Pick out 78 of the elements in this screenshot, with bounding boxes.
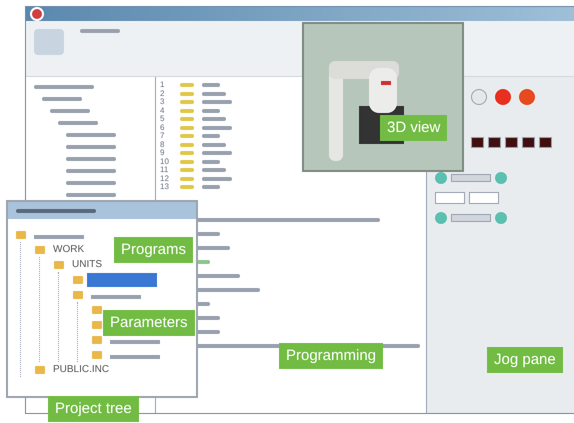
blurred-text xyxy=(202,151,232,155)
blurred-text xyxy=(202,92,226,96)
jog-key[interactable] xyxy=(505,137,518,148)
blurred-text xyxy=(66,133,116,137)
blurred-text xyxy=(202,83,220,87)
blurred-text xyxy=(202,134,220,138)
blurred-text xyxy=(180,117,194,121)
blurred-text xyxy=(180,100,194,104)
blurred-text xyxy=(202,126,232,130)
line-number: 9 xyxy=(160,149,166,158)
panel-button[interactable] xyxy=(469,192,499,204)
jog-key[interactable] xyxy=(539,137,552,148)
callout-label: Parameters xyxy=(103,310,195,336)
blurred-text xyxy=(180,168,194,172)
jog-key[interactable] xyxy=(471,137,484,148)
blurred-text xyxy=(202,160,220,164)
blurred-text xyxy=(180,126,194,130)
blurred-text xyxy=(180,142,194,146)
blurred-text xyxy=(180,185,194,189)
blurred-text xyxy=(202,108,220,112)
panel-button[interactable] xyxy=(435,192,465,204)
blurred-text xyxy=(66,181,116,185)
blurred-text xyxy=(66,157,116,161)
slider-track[interactable] xyxy=(451,214,491,222)
tree-item[interactable] xyxy=(87,272,157,286)
line-number: 7 xyxy=(160,132,166,140)
arrow-button[interactable] xyxy=(435,172,447,184)
blurred-text xyxy=(50,109,90,113)
blurred-text xyxy=(66,193,116,197)
blurred-text xyxy=(202,185,220,189)
blurred-text xyxy=(180,160,194,164)
blurred-text xyxy=(34,85,94,89)
blurred-text xyxy=(202,176,232,180)
blurred-text xyxy=(66,169,116,173)
line-number: 1 xyxy=(160,81,166,90)
line-number: 6 xyxy=(160,124,166,132)
callout-label: Project tree xyxy=(48,396,139,422)
callout-label: Programs xyxy=(114,237,194,263)
blurred-text xyxy=(42,97,82,101)
status-lamp-icon xyxy=(519,89,535,105)
line-number: 2 xyxy=(160,90,166,98)
line-number: 12 xyxy=(160,174,170,183)
blurred-text xyxy=(202,100,232,104)
status-lamp-icon xyxy=(471,89,487,105)
tree-item[interactable]: PUBLIC.INC xyxy=(49,362,114,376)
blurred-text xyxy=(80,29,120,33)
blurred-text xyxy=(202,142,226,146)
status-lamp-icon xyxy=(495,89,511,105)
blurred-text xyxy=(180,151,194,155)
line-number: 3 xyxy=(160,98,166,106)
arrow-button[interactable] xyxy=(495,212,507,224)
blurred-text xyxy=(202,168,226,172)
blurred-text xyxy=(66,145,116,149)
blurred-text xyxy=(202,117,226,121)
callout-label: Programming xyxy=(279,343,384,369)
arrow-button[interactable] xyxy=(495,172,507,184)
blurred-text xyxy=(180,108,194,112)
folder-icon xyxy=(35,366,45,374)
jog-key[interactable] xyxy=(522,137,535,148)
callout-label: Jog pane xyxy=(487,347,563,373)
line-number: 10 xyxy=(160,158,170,166)
logo-icon xyxy=(30,7,44,21)
tree-item[interactable]: UNITS xyxy=(68,258,106,272)
blurred-text xyxy=(180,83,194,87)
jog-key[interactable] xyxy=(488,137,501,148)
line-number: 11 xyxy=(160,166,170,174)
line-number: 8 xyxy=(160,140,166,149)
blurred-text xyxy=(180,176,194,180)
arrow-button[interactable] xyxy=(435,212,447,224)
blurred-text xyxy=(180,92,194,96)
blurred-text xyxy=(58,121,98,125)
blurred-text xyxy=(180,134,194,138)
tree-item[interactable]: WORK xyxy=(49,242,88,256)
line-number: 5 xyxy=(160,115,166,124)
slider-track[interactable] xyxy=(451,174,491,182)
line-number: 4 xyxy=(160,106,166,115)
callout-label: 3D view xyxy=(380,115,448,141)
line-number: 13 xyxy=(160,183,170,192)
